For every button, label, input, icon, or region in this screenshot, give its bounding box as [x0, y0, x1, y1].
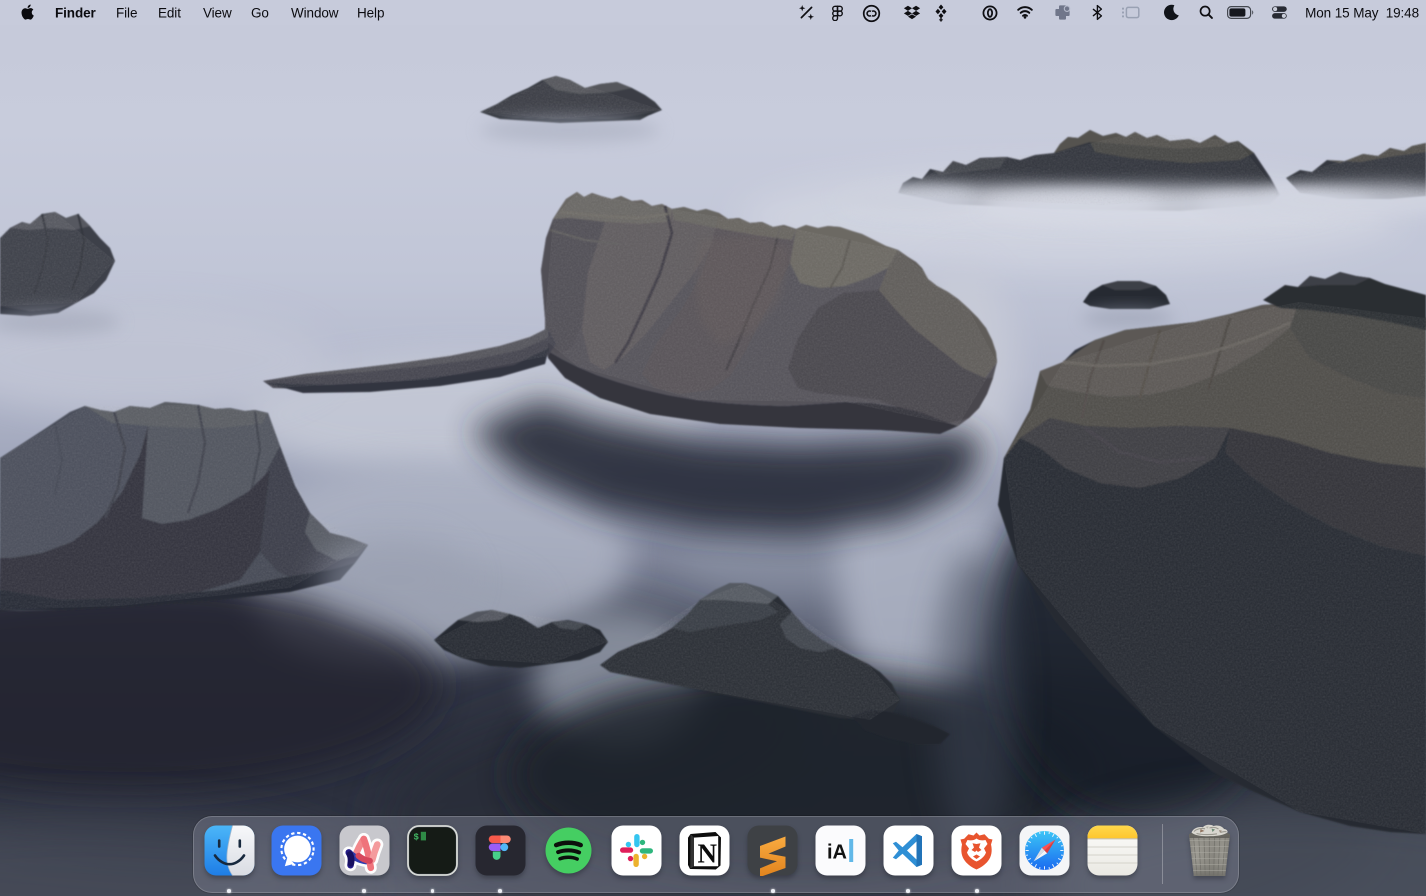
svg-text:N: N: [697, 839, 717, 869]
svg-text:$: $: [414, 833, 420, 843]
svg-text:iA: iA: [827, 842, 847, 864]
